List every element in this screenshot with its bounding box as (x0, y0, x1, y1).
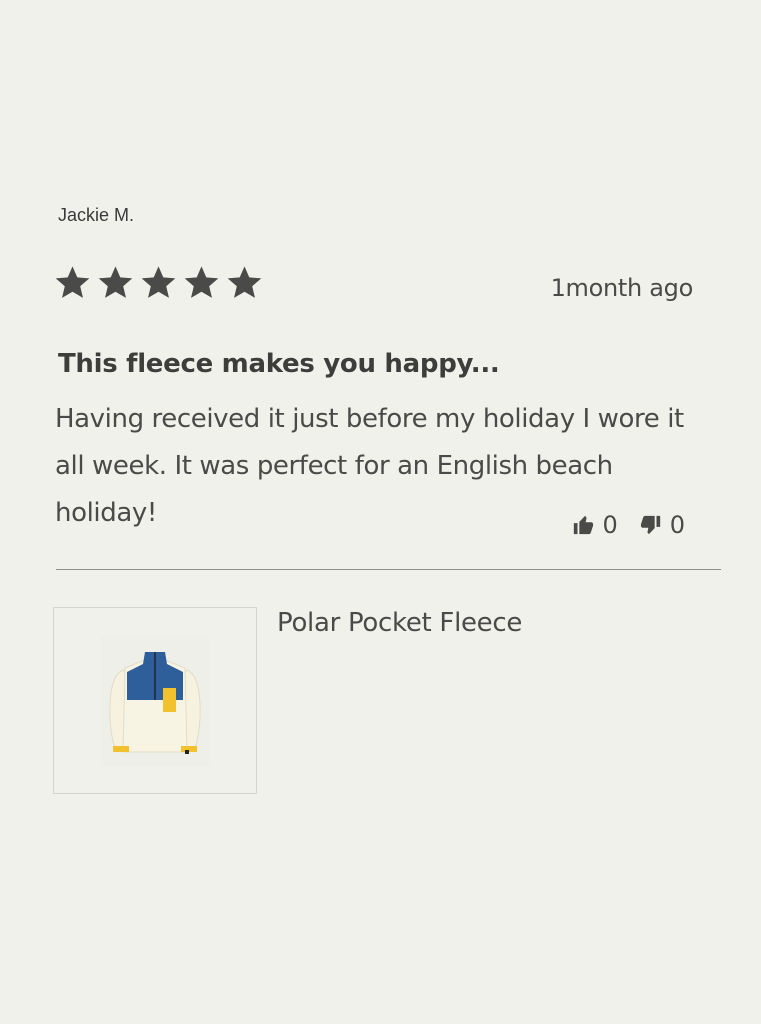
star-icon (227, 266, 262, 298)
reviewer-name: Jackie M. (58, 205, 135, 225)
upvote-count: 0 (602, 511, 618, 539)
star-icon (55, 266, 90, 298)
product-image (101, 635, 209, 766)
fleece-jacket-image (109, 651, 201, 754)
star-rating (54, 264, 263, 301)
star-icon (98, 266, 133, 298)
upvote-button[interactable]: 0 (572, 511, 618, 539)
thumbs-up-icon (574, 515, 594, 535)
thumbs-down-icon (640, 515, 660, 535)
downvote-button[interactable]: 0 (640, 511, 685, 539)
divider (56, 569, 721, 570)
review-votes: 0 0 (572, 511, 685, 539)
star-icon (184, 266, 219, 298)
review-timestamp: 1month ago (550, 274, 694, 302)
product-thumbnail[interactable] (53, 607, 257, 794)
review-title: This fleece makes you happy... (58, 349, 500, 379)
downvote-count: 0 (669, 511, 685, 539)
star-icon (141, 266, 176, 298)
product-name-link[interactable]: Polar Pocket Fleece (277, 608, 522, 638)
